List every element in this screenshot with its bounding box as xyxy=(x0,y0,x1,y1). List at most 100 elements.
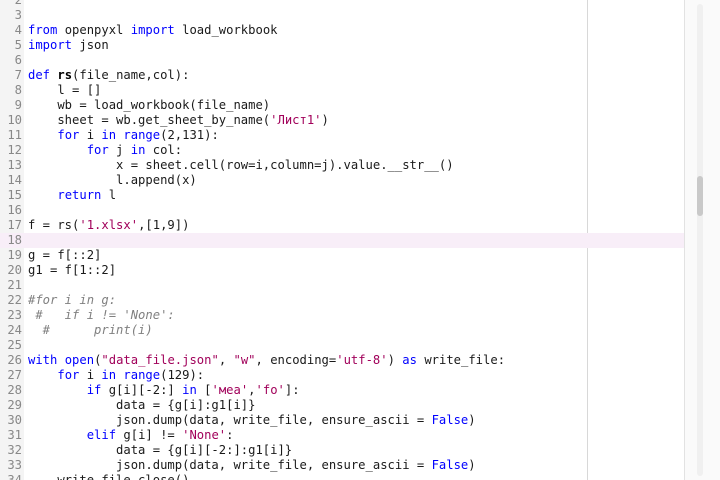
code-line[interactable]: 33 json.dump(data, write_file, ensure_as… xyxy=(0,458,684,473)
code-text[interactable]: from openpyxl import load_workbook xyxy=(28,23,278,38)
string-token: 'utf-8' xyxy=(336,353,388,367)
line-number: 28 xyxy=(7,383,22,397)
code-line[interactable]: 18 xyxy=(0,233,684,248)
line-number: 5 xyxy=(14,38,22,52)
code-line[interactable]: 22 #for i in g: xyxy=(0,293,684,308)
code-text[interactable]: for i in range(2,131): xyxy=(28,128,219,143)
code-text[interactable]: x = sheet.cell(row=i,column=j).value.__s… xyxy=(28,158,454,173)
code-text[interactable]: # if i != 'None': xyxy=(28,308,175,323)
keyword-token: False xyxy=(431,413,469,427)
line-number: 31 xyxy=(7,428,22,442)
code-text[interactable]: # print(i) xyxy=(28,323,153,338)
code-text[interactable]: import json xyxy=(28,38,109,53)
code-text[interactable]: return l xyxy=(28,188,116,203)
code-line[interactable]: 25 xyxy=(0,338,684,353)
code-line[interactable]: 4 from openpyxl import load_workbook xyxy=(0,23,684,38)
code-text[interactable]: sheet = wb.get_sheet_by_name('Лист1') xyxy=(28,113,329,128)
line-number: 34 xyxy=(7,473,22,480)
code-line[interactable]: 28 if g[i][-2:] in ['меа','fo']: xyxy=(0,383,684,398)
code-line[interactable]: 24 # print(i) xyxy=(0,323,684,338)
code-line[interactable]: 21 xyxy=(0,278,684,293)
string-token: 'Лист1' xyxy=(270,113,322,127)
code-token: (2,131): xyxy=(160,128,219,142)
code-line[interactable]: 9 wb = load_workbook(file_name) xyxy=(0,98,684,113)
line-number: 14 xyxy=(7,173,22,187)
code-token: openpyxl xyxy=(57,23,131,37)
line-number: 20 xyxy=(7,263,22,277)
code-line[interactable]: 26 with open("data_file.json", "w", encod… xyxy=(0,353,684,368)
code-text[interactable]: def rs(file_name,col): xyxy=(28,68,189,83)
code-text[interactable]: json.dump(data, write_file, ensure_ascii… xyxy=(28,458,476,473)
code-text[interactable]: f = rs('1.xlsx',[1,9]) xyxy=(28,218,189,233)
code-line[interactable]: 13 x = sheet.cell(row=i,column=j).value.… xyxy=(0,158,684,173)
code-line[interactable]: 23 # if i != 'None': xyxy=(0,308,684,323)
code-line[interactable]: 3 xyxy=(0,8,684,23)
string-token: "w" xyxy=(233,353,256,367)
code-token: : xyxy=(226,428,234,442)
code-line[interactable]: 2 xyxy=(0,0,684,8)
keyword-token: for xyxy=(86,143,109,157)
line-number: 26 xyxy=(7,353,22,367)
code-text[interactable]: if g[i][-2:] in ['меа','fo']: xyxy=(28,383,300,398)
code-token: ,[1,9]) xyxy=(138,218,190,232)
code-line[interactable]: 5 import json xyxy=(0,38,684,53)
scrollbar-thumb[interactable] xyxy=(697,176,703,216)
code-token: sheet = wb.get_sheet_by_name( xyxy=(28,113,271,127)
line-number: 7 xyxy=(14,68,22,82)
code-line[interactable]: 34 write_file.close() xyxy=(0,473,684,480)
code-line[interactable]: 10 sheet = wb.get_sheet_by_name('Лист1') xyxy=(0,113,684,128)
line-number: 9 xyxy=(14,98,22,112)
line-number: 11 xyxy=(7,128,22,142)
comment-token: # if i != 'None': xyxy=(28,308,175,322)
code-text[interactable]: data = {g[i][-2:]:g1[i]} xyxy=(28,443,292,458)
keyword-token: in xyxy=(130,143,146,157)
code-line[interactable]: 7 def rs(file_name,col): xyxy=(0,68,684,83)
code-lines[interactable]: 2 3 4 from openpyxl import load_workbook 5 im… xyxy=(0,0,684,480)
code-line[interactable]: 8 l = [] xyxy=(0,83,684,98)
code-text[interactable]: g1 = f[1::2] xyxy=(28,263,116,278)
code-text[interactable]: for i in range(129): xyxy=(28,368,204,383)
code-line[interactable]: 17 f = rs('1.xlsx',[1,9]) xyxy=(0,218,684,233)
code-text[interactable]: wb = load_workbook(file_name) xyxy=(28,98,270,113)
code-text[interactable]: #for i in g: xyxy=(28,293,116,308)
code-line[interactable]: 27 for i in range(129): xyxy=(0,368,684,383)
code-line[interactable]: 29 data = {g[i]:g1[i]} xyxy=(0,398,684,413)
code-editor[interactable]: 2 3 4 from openpyxl import load_workbook 5 im… xyxy=(0,0,720,480)
code-line[interactable]: 11 for i in range(2,131): xyxy=(0,128,684,143)
code-token: (file_name,col): xyxy=(72,68,190,82)
code-token: x = sheet.cell(row=i,column=j).value.__s… xyxy=(28,158,454,172)
code-line[interactable]: 14 l.append(x) xyxy=(0,173,684,188)
code-text[interactable]: json.dump(data, write_file, ensure_ascii… xyxy=(28,413,476,428)
line-number: 27 xyxy=(7,368,22,382)
scrollbar-track[interactable] xyxy=(697,4,703,476)
line-number: 4 xyxy=(14,23,22,37)
code-text[interactable]: elif g[i] != 'None': xyxy=(28,428,234,443)
code-text[interactable]: l.append(x) xyxy=(28,173,197,188)
code-text[interactable]: data = {g[i]:g1[i]} xyxy=(28,398,255,413)
line-number: 12 xyxy=(7,143,22,157)
code-line[interactable]: 12 for j in col: xyxy=(0,143,684,158)
code-text[interactable]: write_file.close() xyxy=(28,473,189,480)
line-number: 10 xyxy=(7,113,22,127)
code-line[interactable]: 30 json.dump(data, write_file, ensure_as… xyxy=(0,413,684,428)
keyword-token: for xyxy=(57,128,80,142)
keyword-token: from xyxy=(28,23,58,37)
code-text[interactable]: g = f[::2] xyxy=(28,248,101,263)
code-text[interactable]: for j in col: xyxy=(28,143,182,158)
code-line[interactable]: 19 g = f[::2] xyxy=(0,248,684,263)
code-text[interactable]: with open("data_file.json", "w", encodin… xyxy=(28,353,505,368)
code-line[interactable]: 20 g1 = f[1::2] xyxy=(0,263,684,278)
line-number: 2 xyxy=(14,0,22,7)
vertical-scrollbar[interactable] xyxy=(684,0,720,480)
keyword-token: range xyxy=(123,368,161,382)
code-line[interactable]: 32 data = {g[i][-2:]:g1[i]} xyxy=(0,443,684,458)
code-text[interactable]: l = [] xyxy=(28,83,101,98)
code-line[interactable]: 6 xyxy=(0,53,684,68)
code-line[interactable]: 16 xyxy=(0,203,684,218)
code-line[interactable]: 15 return l xyxy=(0,188,684,203)
code-line[interactable]: 31 elif g[i] != 'None': xyxy=(0,428,684,443)
code-token: g[i][-2:] xyxy=(101,383,183,397)
